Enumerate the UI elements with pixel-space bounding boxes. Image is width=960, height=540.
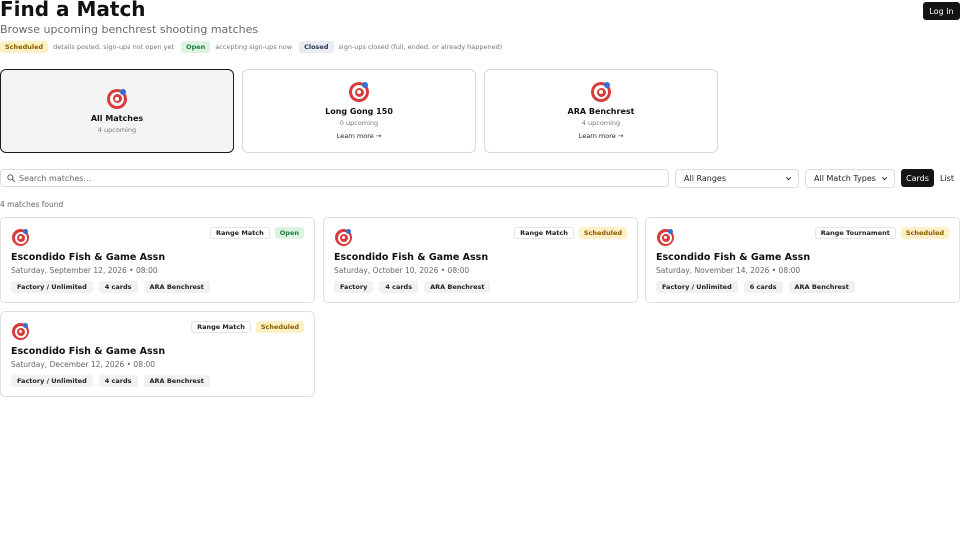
page-subtitle: Browse upcoming benchrest shooting match… (0, 23, 259, 36)
match-type-select-value: All Match Types (814, 174, 876, 183)
results-count: 4 matches found (0, 200, 64, 209)
match-date: Saturday, October 10, 2026 • 08:00 (334, 266, 470, 275)
match-type-count: 0 upcoming (339, 119, 379, 127)
match-type-badge: Range Match (209, 227, 270, 239)
match-range-name: Escondido Fish & Game Assn (656, 252, 811, 263)
discipline-chip: ARA Benchrest (143, 281, 210, 293)
match-range-name: Escondido Fish & Game Assn (11, 252, 166, 263)
cards-chip: 4 cards (379, 281, 419, 293)
status-badge: Open (274, 227, 304, 239)
match-card[interactable]: Range Match Scheduled Escondido Fish & G… (0, 311, 315, 397)
class-chip: Factory / Unlimited (656, 281, 738, 293)
status-badge: Scheduled (255, 321, 304, 333)
match-date: Saturday, November 14, 2026 • 08:00 (656, 266, 801, 275)
class-chip: Factory (334, 281, 374, 293)
class-chip: Factory / Unlimited (11, 375, 93, 387)
legend-desc-closed: sign-ups closed (full, ended, or already… (338, 42, 503, 51)
list-view-button[interactable]: List (934, 169, 960, 187)
match-type-badge: Range Tournament (814, 227, 896, 239)
search-icon (7, 174, 15, 182)
cards-view-button[interactable]: Cards (901, 169, 934, 187)
match-card[interactable]: Range Match Open Escondido Fish & Game A… (0, 217, 315, 303)
chevron-down-icon (786, 177, 791, 181)
cards-chip: 4 cards (98, 375, 138, 387)
search-box (0, 169, 669, 187)
range-select-value: All Ranges (684, 174, 726, 183)
match-type-name: All Matches (90, 113, 144, 123)
target-icon (591, 82, 611, 102)
target-icon (335, 229, 352, 246)
learn-more-link[interactable]: Learn more → (579, 132, 624, 140)
match-type-count: 4 upcoming (97, 125, 137, 134)
status-badge: Scheduled (900, 227, 949, 239)
discipline-chip: ARA Benchrest (143, 375, 210, 387)
view-toggle: Cards List (901, 169, 960, 187)
legend-desc-open: accepting sign-ups now (215, 42, 293, 51)
target-icon (12, 229, 29, 246)
match-type-select[interactable]: All Match Types (805, 169, 895, 188)
login-button[interactable]: Log In (923, 2, 960, 20)
match-range-name: Escondido Fish & Game Assn (334, 252, 489, 263)
match-type-name: Long Gong 150 (325, 107, 393, 116)
chevron-down-icon (882, 177, 887, 181)
match-date: Saturday, September 12, 2026 • 08:00 (11, 266, 158, 275)
match-range-name: Escondido Fish & Game Assn (11, 346, 166, 357)
target-icon (12, 323, 29, 340)
status-badge: Scheduled (578, 227, 627, 239)
target-icon (349, 82, 369, 102)
legend-badge-open: Open (181, 40, 211, 53)
match-card[interactable]: Range Tournament Scheduled Escondido Fis… (645, 217, 960, 303)
match-type-name: ARA Benchrest (567, 107, 635, 116)
match-type-card-all[interactable]: All Matches 4 upcoming (0, 69, 234, 153)
status-legend: Scheduled details posted, sign-ups not o… (0, 40, 509, 53)
target-icon (107, 88, 127, 109)
match-type-badge: Range Match (191, 321, 251, 333)
legend-badge-closed: Closed (299, 40, 334, 53)
target-icon (657, 229, 674, 246)
search-input[interactable] (19, 171, 659, 185)
cards-chip: 4 cards (98, 281, 138, 293)
discipline-chip: ARA Benchrest (788, 281, 855, 293)
match-type-count: 4 upcoming (581, 119, 621, 127)
range-select[interactable]: All Ranges (675, 169, 799, 188)
discipline-chip: ARA Benchrest (424, 281, 491, 293)
legend-desc-scheduled: details posted, sign-ups not open yet (53, 42, 175, 51)
match-type-card-long-gong[interactable]: Long Gong 150 0 upcoming Learn more → (242, 69, 476, 153)
learn-more-link[interactable]: Learn more → (337, 132, 382, 140)
class-chip: Factory / Unlimited (11, 281, 93, 293)
page-title: Find a Match (0, 0, 146, 21)
match-card[interactable]: Range Match Scheduled Escondido Fish & G… (323, 217, 638, 303)
match-date: Saturday, December 12, 2026 • 08:00 (11, 360, 156, 369)
legend-badge-scheduled: Scheduled (0, 40, 49, 53)
match-type-badge: Range Match (514, 227, 574, 239)
cards-chip: 6 cards (743, 281, 783, 293)
match-type-card-ara-benchrest[interactable]: ARA Benchrest 4 upcoming Learn more → (484, 69, 718, 153)
